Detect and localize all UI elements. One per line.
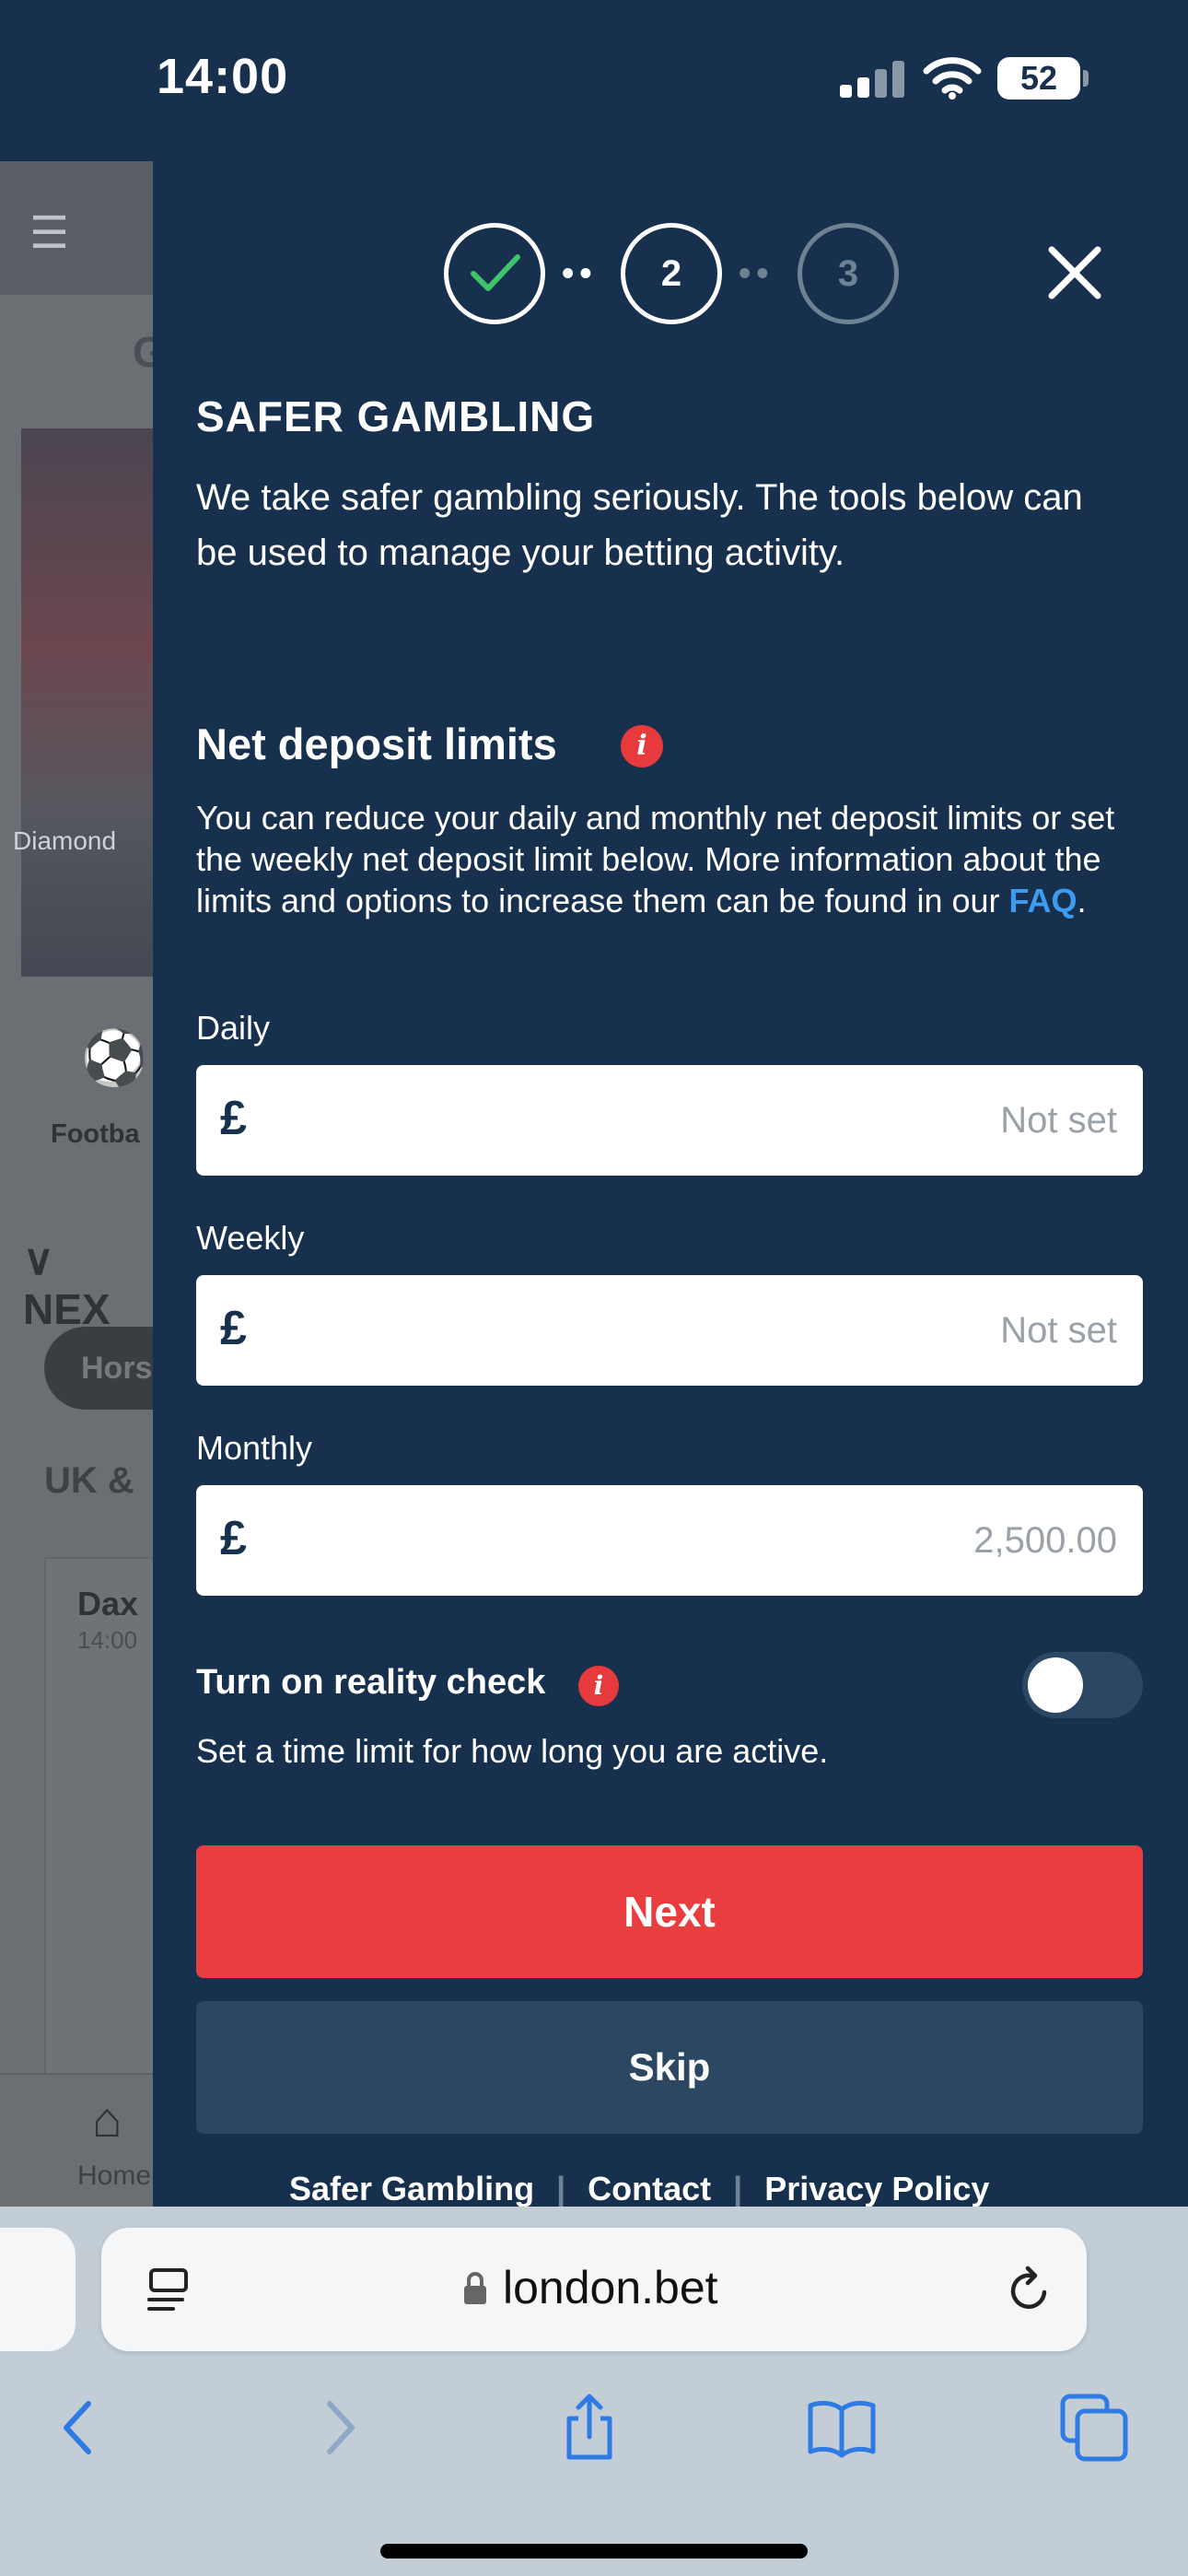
battery-icon: 52: [997, 57, 1080, 100]
url-text: london.bet: [503, 2262, 718, 2313]
skip-button[interactable]: Skip: [196, 2001, 1143, 2134]
footer-separator: |: [556, 2170, 566, 2207]
step-connector: ••: [562, 254, 598, 293]
forward-icon[interactable]: [302, 2391, 376, 2465]
footer-link-privacy[interactable]: Privacy Policy: [764, 2170, 989, 2207]
daily-label: Daily: [196, 1009, 271, 1047]
background-banner-text: Diamond: [13, 826, 117, 855]
pound-icon: £: [220, 1512, 247, 1565]
page-title: SAFER GAMBLING: [196, 392, 596, 440]
daily-field[interactable]: £: [196, 1065, 1143, 1176]
step-1-complete: [444, 223, 545, 324]
weekly-limit-input[interactable]: [297, 1275, 1117, 1386]
monthly-limit-input[interactable]: [297, 1485, 1117, 1596]
next-button[interactable]: Next: [196, 1845, 1143, 1978]
toggle-knob: [1028, 1657, 1083, 1713]
info-icon[interactable]: i: [621, 725, 663, 767]
background-pill: Hors: [44, 1327, 153, 1410]
battery-tip: [1083, 70, 1089, 87]
background-heading: G: [133, 328, 153, 376]
daily-limit-input[interactable]: [297, 1065, 1117, 1176]
reality-check-description: Set a time limit for how long you are ac…: [196, 1732, 829, 1770]
lock-icon: [464, 2272, 486, 2304]
tabs-icon[interactable]: [1057, 2391, 1131, 2465]
reality-check-toggle[interactable]: [1022, 1652, 1143, 1718]
football-icon: ⚽: [81, 1028, 148, 1088]
background-race-name: Dax: [77, 1585, 139, 1622]
background-page: ☰ G Diamond ⚽ Footba ∨ NEX Hors UK & Dax…: [0, 161, 153, 2207]
home-indicator[interactable]: [380, 2544, 808, 2558]
description-text: You can reduce your daily and monthly ne…: [196, 799, 1115, 919]
reality-check-label: Turn on reality check: [196, 1663, 546, 1702]
checkmark-icon: [471, 254, 520, 291]
previous-tab-stub[interactable]: [0, 2228, 76, 2351]
back-icon[interactable]: [42, 2391, 116, 2465]
net-deposit-heading: Net deposit limits: [196, 720, 557, 768]
step-3-pending: 3: [798, 223, 899, 324]
description-end: .: [1077, 882, 1087, 919]
background-next-heading: ∨ NEX: [23, 1235, 111, 1333]
footer-separator: |: [733, 2170, 743, 2207]
background-race-time: 14:00: [77, 1626, 138, 1654]
footer-link-contact[interactable]: Contact: [588, 2170, 711, 2207]
monthly-field[interactable]: £: [196, 1485, 1143, 1596]
step-2-current: 2: [621, 223, 722, 324]
footer-links: Safer Gambling | Contact | Privacy Policy: [289, 2170, 989, 2207]
background-banner: [21, 428, 153, 977]
reload-icon[interactable]: [1004, 2265, 1054, 2314]
weekly-label: Weekly: [196, 1219, 305, 1257]
monthly-label: Monthly: [196, 1429, 313, 1467]
safer-gambling-panel: •• 2 •• 3 SAFER GAMBLING We take safer g…: [153, 161, 1188, 2207]
browser-toolbar: london.bet: [0, 2207, 1188, 2576]
footer-link-safer-gambling[interactable]: Safer Gambling: [289, 2170, 534, 2207]
menu-search-icon: ☰: [29, 209, 70, 258]
intro-text: We take safer gambling seriously. The to…: [196, 477, 1083, 573]
share-icon[interactable]: [553, 2391, 626, 2465]
info-icon[interactable]: i: [578, 1666, 619, 1706]
home-icon: ⌂: [92, 2092, 122, 2148]
status-time: 14:00: [157, 49, 289, 104]
background-header: ☰: [0, 161, 153, 295]
close-icon[interactable]: [1046, 244, 1103, 301]
pound-icon: £: [220, 1302, 247, 1355]
background-home-label: Home: [77, 2160, 152, 2191]
cellular-signal-icon: [840, 61, 904, 98]
wifi-icon: [923, 57, 982, 100]
net-deposit-description: You can reduce your daily and monthly ne…: [196, 797, 1136, 921]
faq-link[interactable]: FAQ: [1009, 882, 1077, 919]
pound-icon: £: [220, 1092, 247, 1145]
address-bar[interactable]: london.bet: [101, 2228, 1087, 2351]
bookmarks-icon[interactable]: [805, 2391, 879, 2465]
background-football-label: Footba: [51, 1119, 140, 1149]
weekly-field[interactable]: £: [196, 1275, 1143, 1386]
page-menu-icon[interactable]: [146, 2266, 192, 2314]
step-connector: ••: [739, 254, 775, 293]
status-bar: 14:00 52: [0, 0, 1188, 161]
background-uk-heading: UK &: [44, 1460, 134, 1501]
